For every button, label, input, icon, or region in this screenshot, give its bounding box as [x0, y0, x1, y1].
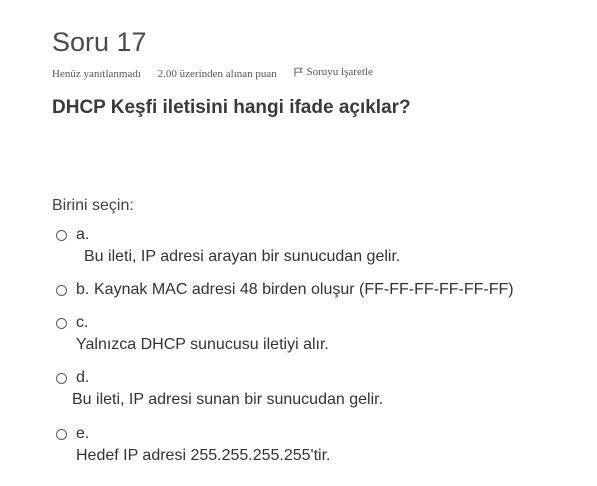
- answer-text-a[interactable]: Bu ileti, IP adresi arayan bir sunucudan…: [84, 248, 400, 266]
- radio-button-b[interactable]: [56, 285, 67, 296]
- answer-text-b[interactable]: Kaynak MAC adresi 48 birden oluşur (FF-F…: [94, 281, 514, 299]
- answer-prompt: Birini seçin:: [52, 197, 134, 214]
- question-mark: 2.00 üzerinden alınan puan: [157, 68, 277, 80]
- radio-button-d[interactable]: [56, 373, 67, 384]
- answer-text-e[interactable]: Hedef IP adresi 255.255.255.255'tir.: [76, 447, 331, 465]
- question-info: Henüz yanıtlanmadı 2.00 üzerinden alınan…: [52, 66, 401, 80]
- answer-text-d[interactable]: Bu ileti, IP adresi sunan bir sunucudan …: [72, 391, 383, 409]
- radio-button-a[interactable]: [56, 230, 67, 241]
- answer-letter-a: a.: [76, 226, 90, 243]
- answer-letter-c: c.: [76, 314, 89, 331]
- answer-letter-d: d.: [76, 369, 90, 386]
- answer-text-c[interactable]: Yalnızca DHCP sunucusu iletiyi alır.: [76, 336, 329, 354]
- flag-icon: [294, 67, 303, 77]
- answer-letter-b: b.: [76, 281, 90, 298]
- question-status: Henüz yanıtlanmadı: [52, 68, 141, 80]
- flag-question-label: Soruyu işaretle: [306, 66, 373, 78]
- radio-button-e[interactable]: [56, 429, 67, 440]
- radio-button-c[interactable]: [56, 318, 67, 329]
- answer-letter-e: e.: [76, 425, 90, 442]
- question-text: DHCP Keşfi iletisini hangi ifade açıklar…: [52, 97, 411, 118]
- question-number: Soru 17: [52, 27, 147, 57]
- flag-question-link[interactable]: Soruyu işaretle: [294, 66, 387, 78]
